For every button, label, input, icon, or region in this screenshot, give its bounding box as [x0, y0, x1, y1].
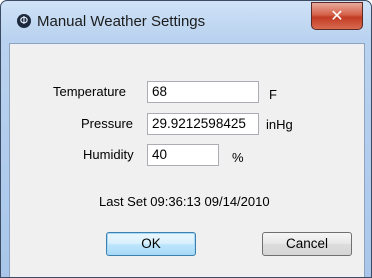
pressure-unit: inHg [266, 117, 293, 132]
humidity-unit: % [232, 150, 244, 165]
humidity-label: Humidity [83, 147, 134, 162]
dialog-body: Temperature 68 F Pressure 29.9212598425 … [9, 43, 365, 277]
pressure-field[interactable]: 29.9212598425 [147, 113, 259, 135]
temperature-field[interactable]: 68 [147, 81, 259, 103]
ok-button[interactable]: OK [106, 232, 196, 256]
window-title: Manual Weather Settings [37, 13, 206, 30]
humidity-field[interactable]: 40 [147, 144, 219, 166]
title-bar[interactable]: Φ Manual Weather Settings ✕ [1, 1, 371, 43]
last-set-status: Last Set 09:36:13 09/14/2010 [99, 194, 270, 209]
cancel-button[interactable]: Cancel [262, 232, 352, 256]
pressure-label: Pressure [81, 116, 134, 131]
close-button[interactable]: ✕ [311, 2, 363, 30]
dialog-window: Φ Manual Weather Settings ✕ Temperature … [0, 0, 372, 278]
close-icon: ✕ [330, 6, 344, 25]
temperature-unit: F [269, 87, 277, 102]
weather-app-icon: Φ [17, 14, 31, 28]
temperature-label: Temperature [53, 84, 126, 99]
